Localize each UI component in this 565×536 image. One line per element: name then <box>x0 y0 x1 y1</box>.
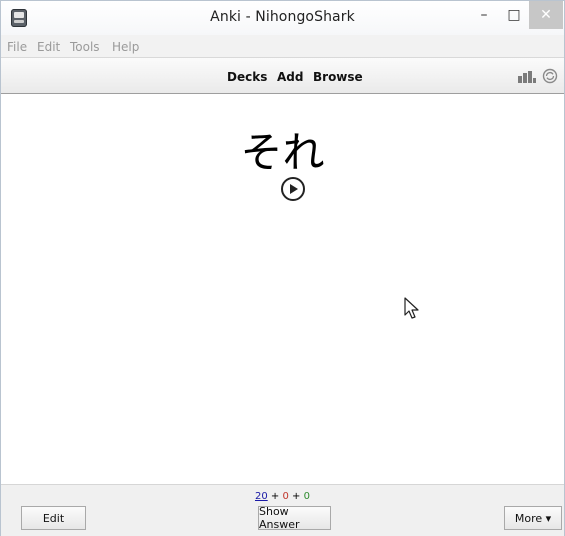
decks-link[interactable]: Decks <box>227 70 267 84</box>
new-count[interactable]: 20 <box>255 491 268 502</box>
more-button[interactable]: More ▾ <box>504 506 562 530</box>
add-link[interactable]: Add <box>277 70 303 84</box>
card-review-area: それ <box>1 94 564 484</box>
main-toolbar: Decks Add Browse <box>1 58 564 94</box>
play-audio-icon[interactable] <box>280 176 306 202</box>
minimize-button[interactable]: – <box>469 1 499 29</box>
browse-link[interactable]: Browse <box>313 70 363 84</box>
show-answer-button[interactable]: Show Answer <box>258 505 331 531</box>
learning-count: 0 <box>282 491 289 502</box>
menu-tools[interactable]: Tools <box>70 40 100 54</box>
menu-file[interactable]: File <box>7 40 27 54</box>
close-button[interactable]: ✕ <box>529 1 563 29</box>
menu-edit[interactable]: Edit <box>37 40 60 54</box>
stats-icon[interactable] <box>518 71 536 83</box>
sync-icon[interactable] <box>542 68 558 84</box>
card-front-text: それ <box>240 128 325 177</box>
review-bottom-bar: 20 + 0 + 0 Edit Show Answer More ▾ <box>1 484 564 536</box>
count-separator: + <box>270 491 280 502</box>
maximize-button[interactable]: □ <box>499 1 529 29</box>
mouse-cursor-icon <box>404 297 419 319</box>
menu-bar: File Edit Tools Help <box>1 35 564 58</box>
anki-window: Anki - NihongoShark – □ ✕ File Edit Tool… <box>0 0 565 536</box>
title-bar[interactable]: Anki - NihongoShark – □ ✕ <box>1 1 564 35</box>
menu-help[interactable]: Help <box>112 40 139 54</box>
review-count: 0 <box>303 491 310 502</box>
edit-button[interactable]: Edit <box>21 506 86 530</box>
count-separator: + <box>292 491 301 502</box>
due-counts: 20 + 0 + 0 <box>1 491 564 502</box>
